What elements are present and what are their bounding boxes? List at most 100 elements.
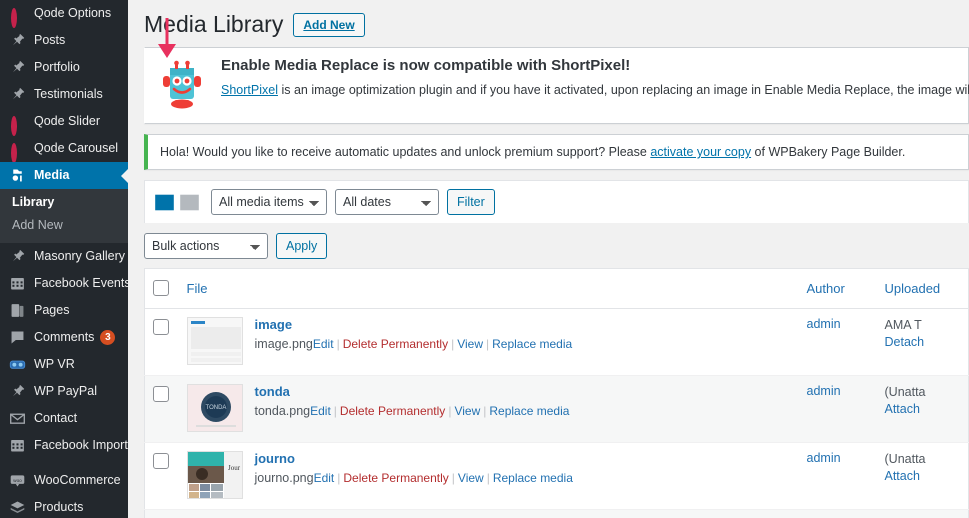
sidebar-item-masonry-gallery[interactable]: Masonry Gallery: [0, 243, 128, 270]
edit-action[interactable]: Edit: [310, 404, 331, 418]
submenu-item-library[interactable]: Library: [0, 191, 128, 214]
sidebar-item-testimonials[interactable]: Testimonials: [0, 81, 128, 108]
media-icon: [9, 167, 26, 184]
row-checkbox[interactable]: [153, 453, 169, 469]
column-header-uploaded-to[interactable]: Uploaded: [876, 268, 969, 309]
sidebar-item-qode-slider[interactable]: Qode Slider: [0, 108, 128, 136]
wpbakery-text-after: of WPBakery Page Builder.: [751, 145, 906, 159]
sidebar-item-contact[interactable]: Contact: [0, 405, 128, 432]
delete-permanently-action[interactable]: Delete Permanently: [340, 404, 445, 418]
shortpixel-link[interactable]: ShortPixel: [221, 83, 278, 97]
author-cell: admin: [798, 509, 877, 518]
pin-icon: [9, 32, 26, 49]
sidebar-item-media[interactable]: Media: [0, 162, 128, 189]
file-cell: image image.pngEdit | Delete Permanently | Vi…: [178, 308, 799, 376]
shortpixel-robot-icon: [157, 59, 207, 112]
delete-permanently-action[interactable]: Delete Permanently: [343, 471, 448, 485]
view-action[interactable]: View: [457, 337, 483, 351]
wpbakery-text-before: Hola! Would you like to receive automati…: [160, 145, 651, 159]
view-action[interactable]: View: [458, 471, 484, 485]
activate-your-copy-link[interactable]: activate your copy: [650, 145, 751, 159]
svg-text:TONDA: TONDA: [205, 405, 226, 411]
media-list-table: File Author Uploaded image image.png Edit |…: [144, 268, 969, 518]
replace-media-action[interactable]: Replace media: [489, 404, 569, 418]
sidebar-item-contact-label: Contact: [34, 411, 78, 425]
file-cell: Jour journo journo.pngEdit | Delete Permanen…: [178, 442, 799, 510]
sidebar-item-qode-options-label: Qode Options: [34, 6, 112, 20]
row-actions: Edit | Delete Permanently | View | Replace med…: [314, 471, 573, 485]
media-type-filter-select[interactable]: All media itemsImagesAudioVideoDocuments…: [211, 189, 327, 215]
attach-toggle-action[interactable]: Attach: [885, 401, 961, 418]
pin-icon: [9, 383, 26, 400]
bulk-actions-select[interactable]: Bulk actionsDelete permanently: [144, 233, 268, 259]
sidebar-item-portfolio-label: Portfolio: [34, 60, 80, 74]
current-menu-arrow-icon: [121, 167, 128, 184]
author-cell: admin: [798, 308, 877, 376]
add-new-button[interactable]: Add New: [293, 12, 365, 37]
sidebar-item-posts-label: Posts: [34, 33, 66, 47]
view-action[interactable]: View: [454, 404, 480, 418]
media-filename: journo.png: [254, 471, 314, 485]
apply-button[interactable]: Apply: [276, 233, 328, 259]
attach-toggle-action[interactable]: Detach: [885, 334, 961, 351]
pin-icon: [9, 86, 26, 103]
page-title: Media Library: [144, 11, 284, 37]
sidebar-item-facebook-events[interactable]: Facebook Events: [0, 270, 128, 297]
comment-bubble-icon: [9, 329, 26, 346]
sidebar-item-qode-slider-label: Qode Slider: [34, 114, 101, 128]
column-header-author[interactable]: Author: [798, 268, 877, 309]
sidebar-item-pages[interactable]: Pages: [0, 297, 128, 324]
table-row: logologo.pngEdit|Delete Permanently|View…: [144, 509, 969, 518]
bulk-actions-row: Bulk actionsDelete permanently Apply: [144, 223, 969, 268]
row-checkbox[interactable]: [153, 386, 169, 402]
filter-button[interactable]: Filter: [447, 189, 495, 215]
view-switch-list-button[interactable]: [155, 193, 174, 212]
sidebar-item-masonry-gallery-label: Masonry Gallery: [34, 249, 125, 263]
sidebar-item-qode-options[interactable]: Qode Options: [0, 0, 128, 28]
admin-menu: Qode Options Posts Portfolio Testimonials Qo…: [0, 0, 128, 518]
delete-permanently-action[interactable]: Delete Permanently: [343, 337, 448, 351]
edit-action[interactable]: Edit: [313, 337, 334, 351]
author-cell: admin: [798, 442, 877, 510]
sidebar-item-qode-carousel[interactable]: Qode Carousel: [0, 135, 128, 163]
media-title-link[interactable]: tonda: [255, 384, 570, 400]
media-title-link[interactable]: journo: [255, 451, 573, 467]
sidebar-item-woocommerce[interactable]: woo WooCommerce: [0, 467, 128, 494]
media-thumbnail[interactable]: [186, 317, 243, 365]
sidebar-item-portfolio[interactable]: Portfolio: [0, 54, 128, 81]
view-switch-grid-button[interactable]: [180, 193, 199, 212]
sidebar-item-facebook-import[interactable]: Facebook Import: [0, 432, 128, 459]
sidebar-item-posts[interactable]: Posts: [0, 27, 128, 54]
sidebar-item-wp-vr[interactable]: WP VR: [0, 351, 128, 378]
edit-action[interactable]: Edit: [314, 471, 335, 485]
qode-ring-icon: [9, 140, 26, 163]
author-link[interactable]: admin: [807, 451, 841, 465]
media-thumbnail[interactable]: Jour: [186, 451, 243, 499]
media-thumbnail[interactable]: TONDA: [186, 384, 243, 432]
column-header-file[interactable]: File: [178, 268, 799, 309]
qode-ring-icon: [9, 113, 26, 136]
attach-toggle-action[interactable]: Attach: [885, 468, 961, 485]
sidebar-item-products[interactable]: Products: [0, 494, 128, 518]
svg-text:woo: woo: [13, 478, 22, 483]
wordpress-admin-screen: Qode Options Posts Portfolio Testimonials Qo…: [0, 0, 969, 518]
replace-media-action[interactable]: Replace media: [492, 337, 572, 351]
author-link[interactable]: admin: [807, 384, 841, 398]
select-all-checkbox[interactable]: [153, 280, 169, 296]
sidebar-item-pages-label: Pages: [34, 303, 70, 317]
view-switch: [155, 193, 199, 212]
media-filename: image.png: [254, 337, 313, 351]
vr-goggles-icon: [9, 356, 26, 373]
sidebar-item-wp-paypal[interactable]: WP PayPal: [0, 378, 128, 405]
media-filename: tonda.png: [254, 404, 311, 418]
replace-media-action[interactable]: Replace media: [493, 471, 573, 485]
sidebar-item-testimonials-label: Testimonials: [34, 87, 103, 101]
shortpixel-notice-body: ShortPixel is an image optimization plug…: [221, 82, 969, 98]
author-link[interactable]: admin: [807, 317, 841, 331]
media-title-link[interactable]: image: [255, 317, 573, 333]
submenu-item-add-new[interactable]: Add New: [0, 214, 128, 237]
date-filter-select[interactable]: All dates: [335, 189, 439, 215]
sidebar-item-comments[interactable]: Comments 3: [0, 324, 128, 351]
row-checkbox[interactable]: [153, 319, 169, 335]
media-submenu: Library Add New: [0, 189, 128, 243]
